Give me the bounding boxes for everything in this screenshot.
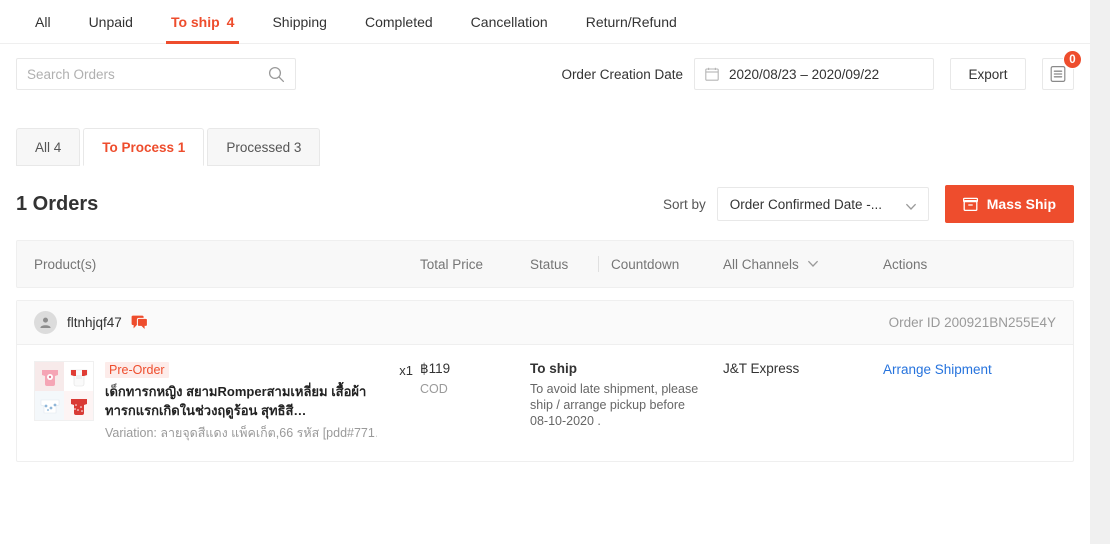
order-card-header: fltnhjqf47 Order ID 200921BN255E4Y [17, 301, 1073, 345]
column-product: Product(s) [34, 256, 97, 272]
column-divider [598, 256, 599, 272]
product-name[interactable]: เด็กทารกหญิง สยามRomperสามเหลี่ยม เสื้อผ… [105, 382, 373, 420]
tab-all[interactable]: All [16, 0, 70, 44]
product-thumbnail [34, 361, 94, 421]
search-input[interactable] [27, 59, 285, 89]
export-history-button[interactable]: 0 [1042, 50, 1082, 90]
tab-shipping[interactable]: Shipping [253, 0, 346, 44]
payment-method: COD [420, 382, 448, 396]
order-id: Order ID 200921BN255E4Y [888, 315, 1056, 330]
sort-by-select[interactable]: Order Confirmed Date -... [716, 187, 929, 221]
tab-to-ship[interactable]: To ship 4 [152, 0, 254, 44]
subtab-all[interactable]: All 4 [16, 128, 81, 166]
shipping-channel: J&T Express [723, 361, 800, 376]
tab-unpaid[interactable]: Unpaid [70, 0, 152, 44]
order-card: fltnhjqf47 Order ID 200921BN255E4Y Pre-O… [16, 300, 1074, 462]
status-cell: To ship To avoid late shipment, please s… [530, 361, 723, 443]
filter-bar: Order Creation Date 2020/08/23 – 2020/09… [0, 44, 1090, 104]
order-row: Pre-Order x1 เด็กทารกหญิง สยามRomperสามเ… [17, 345, 1073, 461]
calendar-icon [705, 67, 719, 81]
table-header-row: Product(s) Total Price Status Countdown … [16, 240, 1074, 288]
order-status-tabbar: All Unpaid To ship 4 Shipping Completed … [0, 0, 1090, 44]
document-list-icon [1050, 66, 1066, 83]
export-button[interactable]: Export [950, 58, 1026, 90]
arrange-shipment-link[interactable]: Arrange Shipment [883, 362, 992, 377]
mass-ship-label: Mass Ship [986, 196, 1056, 212]
orders-toolbar-right: Sort by Order Confirmed Date -... Mass S… [663, 185, 1074, 223]
mass-ship-button[interactable]: Mass Ship [944, 185, 1074, 223]
status-note: To avoid late shipment, please ship / ar… [530, 382, 699, 428]
column-status: Status [530, 256, 569, 272]
tab-cancellation-label: Cancellation [470, 14, 548, 30]
date-range-value: 2020/08/23 – 2020/09/22 [729, 66, 880, 82]
sort-by-value: Order Confirmed Date -... [729, 196, 883, 212]
status-badge: To ship [530, 361, 577, 376]
thumb-quadrant-3 [35, 391, 64, 420]
order-status-tabs: All Unpaid To ship 4 Shipping Completed … [16, 0, 1090, 44]
actions-cell: Arrange Shipment [883, 361, 1073, 443]
export-badge-count: 0 [1063, 50, 1082, 69]
product-quantity: x1 [399, 363, 413, 378]
thumb-quadrant-4 [64, 391, 93, 420]
column-countdown: Countdown [611, 256, 680, 272]
date-range-picker[interactable]: 2020/08/23 – 2020/09/22 [694, 58, 934, 90]
tab-return-refund[interactable]: Return/Refund [567, 0, 696, 44]
subtab-processed-label: Processed 3 [226, 139, 302, 155]
product-variation: Variation: ลายจุดสีแดง แพ็คเก็ต,66 รหัส … [105, 426, 377, 440]
tab-completed-label: Completed [364, 14, 433, 30]
tab-to-ship-label: To ship [170, 14, 220, 30]
product-info: Pre-Order x1 เด็กทารกหญิง สยามRomperสามเ… [105, 361, 413, 443]
column-actions: Actions [883, 256, 928, 272]
tab-return-refund-label: Return/Refund [585, 14, 677, 30]
export-label: Export [968, 66, 1008, 82]
subtab-processed[interactable]: Processed 3 [207, 128, 321, 166]
subtab-to-process-label: To Process 1 [102, 139, 186, 155]
order-creation-date-label: Order Creation Date [561, 66, 683, 82]
tab-cancellation[interactable]: Cancellation [452, 0, 567, 44]
chevron-down-icon [905, 200, 917, 215]
subtab-all-label: All 4 [35, 139, 62, 155]
process-tabs: All 4 To Process 1 Processed 3 [0, 126, 1090, 166]
product-cell: Pre-Order x1 เด็กทารกหญิง สยามRomperสามเ… [17, 361, 420, 443]
subtab-to-process[interactable]: To Process 1 [83, 128, 205, 166]
orders-toolbar: 1 Orders Sort by Order Confirmed Date -.… [0, 184, 1090, 224]
search-icon [268, 66, 285, 88]
user-avatar-icon [34, 311, 57, 334]
thumb-quadrant-1 [35, 362, 64, 391]
total-price: ฿119 [420, 361, 451, 376]
chat-bubble-icon[interactable] [131, 315, 148, 330]
column-channel-label: All Channels [723, 256, 799, 272]
orders-table: Product(s) Total Price Status Countdown … [0, 240, 1090, 462]
column-channel-filter[interactable]: All Channels [723, 257, 883, 272]
orders-page: All Unpaid To ship 4 Shipping Completed … [0, 0, 1110, 544]
orders-count: 1 Orders [16, 192, 99, 215]
page-content: All Unpaid To ship 4 Shipping Completed … [0, 0, 1090, 544]
pre-order-badge: Pre-Order [105, 362, 169, 378]
filter-controls: Order Creation Date 2020/08/23 – 2020/09… [561, 50, 1082, 90]
box-icon [962, 197, 978, 212]
tab-to-ship-count: 4 [226, 14, 235, 30]
tab-shipping-label: Shipping [272, 14, 327, 30]
page-scrollbar[interactable] [1090, 0, 1110, 544]
chevron-down-icon [807, 257, 819, 272]
thumb-quadrant-2 [64, 362, 93, 391]
column-total-price: Total Price [420, 256, 484, 272]
tab-all-label: All [35, 14, 51, 30]
price-cell: ฿119 COD [420, 361, 530, 443]
tab-completed[interactable]: Completed [346, 0, 452, 44]
search-orders-box[interactable] [16, 58, 296, 90]
sort-by-label: Sort by [662, 196, 706, 212]
buyer-username: fltnhjqf47 [67, 315, 122, 330]
tab-unpaid-label: Unpaid [88, 14, 133, 30]
